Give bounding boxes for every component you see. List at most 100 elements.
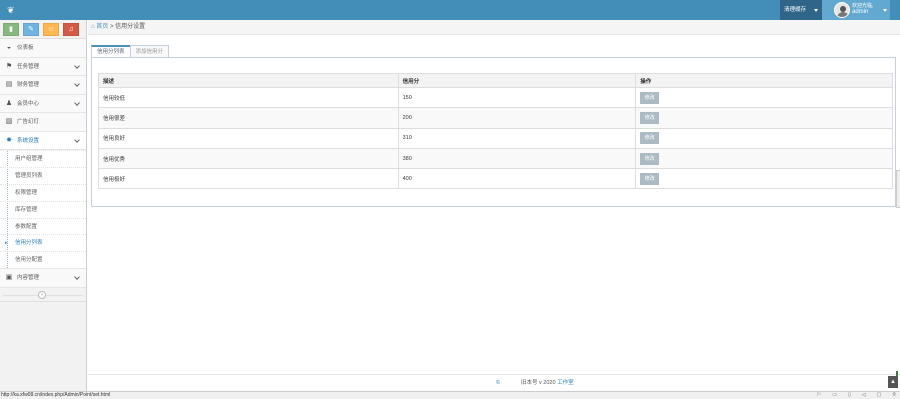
sidebar-item-label: 广告幻灯 — [17, 119, 40, 125]
screenshot-icon[interactable]: ▭ — [832, 392, 837, 399]
home-icon: ⌂ — [91, 24, 95, 30]
caret-down-icon — [814, 9, 818, 12]
sidebar-item-dashboard[interactable]: ◒ 仪表板 — [0, 39, 86, 58]
volume-icon[interactable]: ◁ — [862, 392, 866, 399]
cell-description: 信用较低 — [98, 86, 399, 109]
flag-icon: ⚑ — [5, 62, 13, 70]
table-row: 信用良好 310 修改 — [98, 127, 893, 149]
zoom-icon[interactable]: ⚲ — [892, 392, 896, 399]
submenu-item-label: 信用分列表 — [15, 240, 43, 247]
cell-description: 信用极好 — [98, 168, 399, 190]
table-row: 信用较低 150 修改 — [98, 86, 893, 109]
edit-button[interactable]: 修改 — [640, 111, 660, 124]
submenu-item-parameters[interactable]: 参数配置 — [0, 217, 86, 235]
breadcrumb-home-link[interactable]: 首页 — [96, 24, 108, 30]
caret-down-icon — [883, 9, 887, 12]
cell-description: 信用良好 — [98, 127, 399, 149]
sidebar-collapse-bar: « — [0, 288, 86, 302]
cell-action: 修改 — [635, 127, 893, 149]
submenu-item-permissions[interactable]: 权限管理 — [0, 183, 86, 201]
settings-submenu: 用户组管理 管理员列表 权限管理 库存管理 参数配置 ▸ 信用分列表 信用分配置 — [0, 150, 86, 270]
user-icon: ♟ — [5, 99, 13, 107]
sidebar-item-label: 系统设置 — [17, 137, 40, 144]
dashboard-icon: ◒ — [6, 44, 12, 51]
cog-icon: ✸ — [6, 136, 12, 144]
clear-cache-label: 清理缓存 — [784, 7, 807, 13]
sidebar-item-label: 内容管理 — [17, 275, 40, 282]
edit-button[interactable]: 修改 — [640, 91, 660, 104]
page-icon[interactable]: ▯ — [848, 392, 851, 399]
breadcrumb-current: 信用分设置 — [115, 24, 146, 30]
credit-table: 描述 信用分 操作 信用较低 150 修改 信用很差 200 修改 信用良好 3… — [98, 73, 893, 190]
finance-icon: ▤ — [5, 81, 13, 88]
avatar — [834, 2, 850, 18]
edit-button[interactable]: 修改 — [640, 172, 660, 185]
footer-text: 旧本号 v 2020 — [521, 380, 558, 386]
column-header-score: 信用分 — [397, 73, 637, 88]
status-url: http://ka.xfw08.cn/index.php/Admin/Point… — [1, 392, 111, 398]
sidebar-item-tasks[interactable]: ⚑ 任务管理 — [0, 57, 86, 76]
cell-description: 信用优秀 — [98, 147, 399, 170]
cell-action: 修改 — [635, 147, 893, 170]
cell-score: 400 — [397, 168, 637, 190]
active-pointer-icon: ▸ — [5, 240, 8, 247]
chevron-down-icon — [74, 274, 80, 281]
username: admin — [852, 9, 869, 15]
sidebar-item-finance[interactable]: ▤ 财务管理 — [0, 76, 86, 95]
edit-button[interactable]: 修改 — [640, 152, 660, 165]
user-menu[interactable]: 欢迎光临, admin — [822, 0, 890, 20]
users-icon[interactable]: ☺ — [43, 23, 59, 36]
column-header-action: 操作 — [635, 73, 893, 88]
edit-button[interactable]: 修改 — [640, 132, 660, 145]
browser-status-bar: http://ka.xfw08.cn/index.php/Admin/Point… — [0, 391, 900, 399]
sidebar-item-content[interactable]: ▣ 内容管理 — [0, 269, 86, 288]
cell-score: 150 — [397, 86, 637, 109]
copyright-symbol: © — [496, 380, 501, 386]
clear-cache-button[interactable]: 清理缓存 — [780, 0, 822, 20]
sidebar-item-settings[interactable]: ✸ 系统设置 — [0, 131, 86, 150]
chevron-down-icon — [74, 81, 80, 87]
cell-action: 修改 — [635, 168, 893, 190]
table-row: 信用极好 400 修改 — [98, 168, 893, 190]
sidebar-item-label: 任务管理 — [17, 63, 40, 70]
sidebar-shortcuts: ▮ ✎ ☺ ♫ — [0, 20, 86, 39]
sidebar-item-label: 财务管理 — [17, 82, 40, 88]
leaf-logo-icon[interactable]: ❦ — [7, 5, 19, 15]
sidebar-item-label: 仪表板 — [17, 45, 34, 51]
sidebar-item-members[interactable]: ♟ 会员中心 — [0, 94, 86, 113]
chevron-down-icon — [74, 99, 80, 106]
pencil-icon[interactable]: ✎ — [23, 23, 39, 36]
collapse-sidebar-icon[interactable]: « — [38, 290, 46, 299]
sidebar-item-ads[interactable]: ▨ 广告幻灯 — [0, 113, 86, 132]
cell-action: 修改 — [635, 107, 893, 129]
submenu-item-inventory[interactable]: 库存管理 — [0, 200, 86, 218]
sidebar-item-label: 会员中心 — [17, 100, 40, 107]
submenu-item-credit-config[interactable]: 信用分配置 — [0, 251, 86, 268]
picture-icon: ▨ — [5, 118, 13, 125]
submenu-item-admin-list[interactable]: 管理员列表 — [0, 166, 86, 184]
cell-score: 310 — [397, 127, 637, 149]
cell-description: 信用很差 — [98, 107, 399, 129]
bell-icon[interactable]: ♫ — [63, 23, 79, 36]
breadcrumb-separator: > — [109, 24, 114, 30]
breadcrumb: ⌂ 首页 > 信用分设置 — [88, 20, 900, 35]
cell-score: 380 — [397, 147, 637, 170]
extension-icon[interactable]: ⚐ — [817, 392, 821, 399]
table-row: 信用优秀 380 修改 — [98, 147, 893, 170]
settings-drawer-tab[interactable] — [896, 170, 900, 208]
scroll-to-top-icon[interactable]: ▲ — [888, 376, 898, 388]
chevron-down-icon — [74, 62, 80, 69]
book-icon: ▣ — [5, 274, 13, 282]
top-navbar: ❦ 清理缓存 欢迎光临, admin — [0, 0, 900, 20]
window-icon[interactable]: ▢ — [877, 392, 882, 399]
chevron-down-icon — [74, 136, 80, 143]
chart-icon[interactable]: ▮ — [3, 23, 19, 36]
submenu-item-credit-list[interactable]: ▸ 信用分列表 — [0, 234, 86, 251]
column-header-description: 描述 — [98, 73, 399, 88]
footer-studio-link[interactable]: 工作室 — [557, 380, 574, 386]
submenu-item-user-groups[interactable]: 用户组管理 — [0, 150, 86, 167]
table-header-row: 描述 信用分 操作 — [98, 73, 893, 88]
sidebar: ▮ ✎ ☺ ♫ ◒ 仪表板 ⚑ 任务管理 ▤ 财务管理 ♟ 会员中心 ▨ 广告幻… — [0, 20, 87, 391]
main-content: ⌂ 首页 > 信用分设置 信用分列表 添加信用分 描述 信用分 操作 信用较低 … — [88, 20, 900, 391]
cell-score: 200 — [397, 107, 637, 129]
